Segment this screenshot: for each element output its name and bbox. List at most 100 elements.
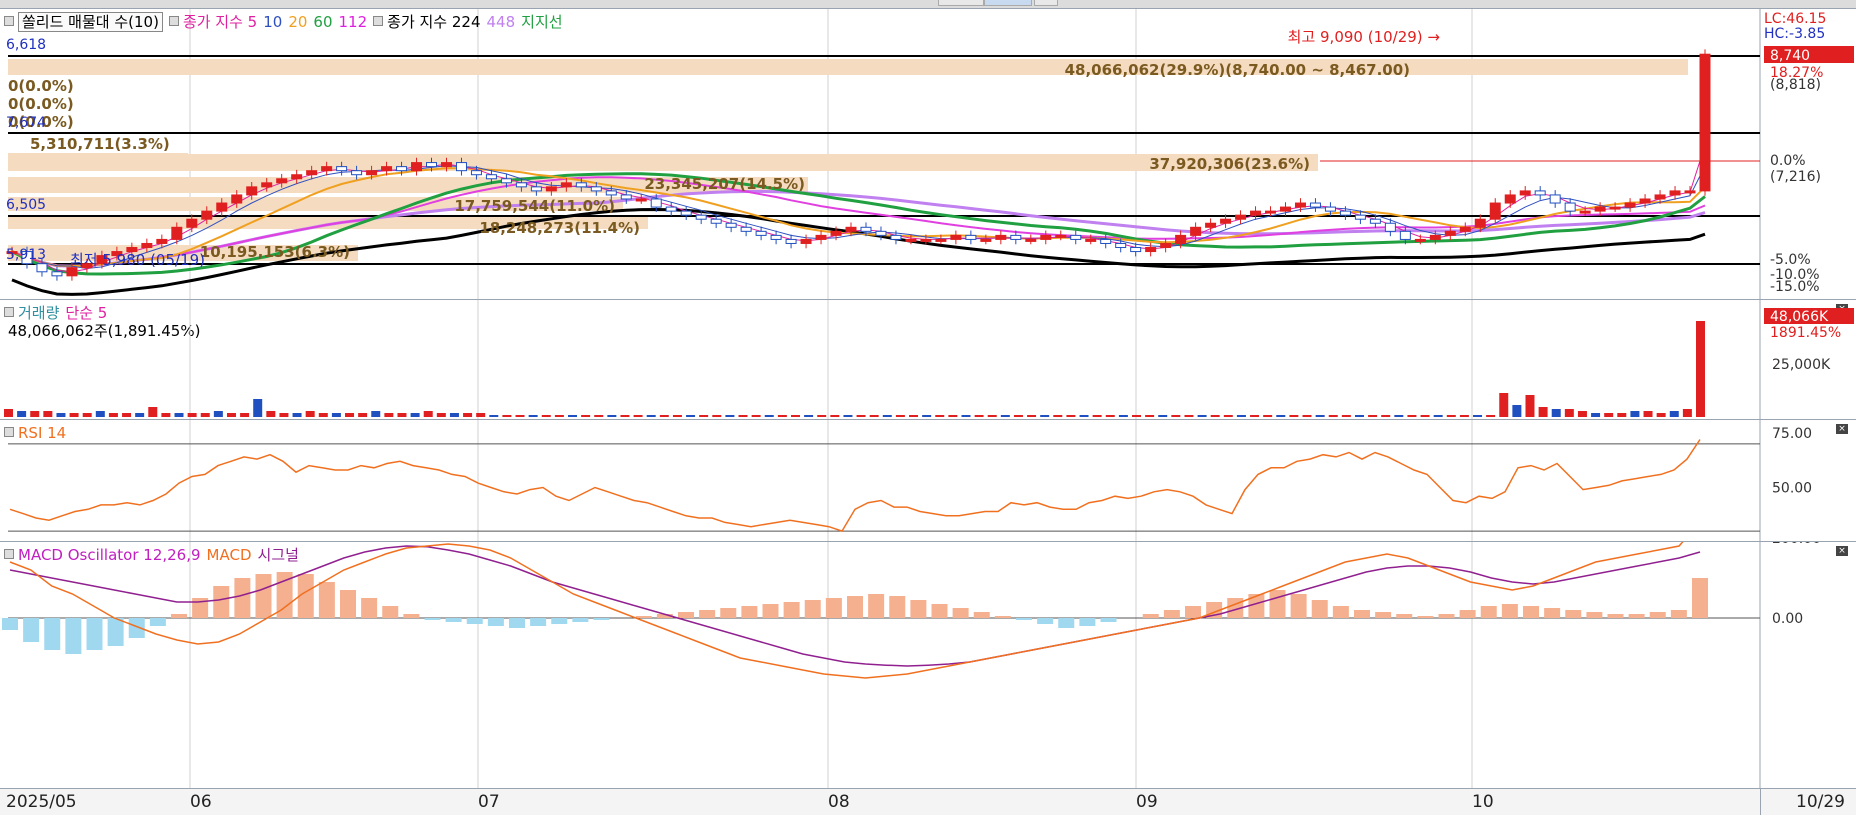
volume-bar [305,411,315,417]
volume-bar [633,415,643,417]
volume-bar [345,413,355,417]
price-chart[interactable]: 48,066,062(29.9%)(8,740.00 ~ 8,467.00) 0(… [0,9,1856,300]
legend-macd-osc[interactable]: MACD Oscillator 12,26,9 [18,546,201,564]
volume-bar [554,415,564,417]
volume-bar [489,415,499,417]
candle-body [935,238,947,242]
candle-body [351,170,363,176]
legend-ma224[interactable]: 종가 지수 224 [387,13,480,31]
candle-body [1549,194,1561,204]
volume-bar [122,413,132,417]
candle-body [156,238,168,244]
price-panel[interactable]: 쏠리드 매물대 수(10) 종가 지수 5 10 20 60 112 종가 지수 224 44… [0,8,1856,300]
volume-bar [686,415,696,417]
volume-bar [607,415,617,417]
volume-bar [371,411,381,417]
volume-bar [187,413,197,417]
oscillator-bar [889,596,906,618]
legend-ma112[interactable]: 112 [339,13,368,31]
candle-body [1010,234,1022,240]
candle-body [1384,222,1396,232]
volume-bar [1105,415,1115,417]
x-label: 06 [190,792,212,812]
toolbar-tab[interactable] [938,0,984,6]
volume-bar [804,415,814,417]
candle-body [1459,226,1471,232]
volume-bar [581,415,591,417]
volume-bar [331,413,341,417]
candle-body [980,238,992,242]
volume-bar [1486,415,1496,417]
rsi-line [9,439,1701,533]
legend-signal[interactable]: 시그널 [258,546,299,564]
oscillator-bar [551,618,568,624]
rsi-chart[interactable]: 75.00 50.00 [0,420,1856,542]
volume-bar [659,415,669,417]
oscillator-bar [466,618,483,624]
legend-support-line[interactable]: 지지선 [521,13,562,31]
volume-bar [1171,415,1181,417]
volume-bar [43,411,53,417]
volume-bar [1381,415,1391,417]
oscillator-bar [804,600,821,618]
legend-volume[interactable]: 거래량 [18,304,59,322]
candle-body [920,238,932,242]
legend-ma60[interactable]: 60 [313,13,332,31]
legend-ma5[interactable]: 종가 지수 5 [183,13,257,31]
volume-bar [1656,413,1666,417]
legend-ma20[interactable]: 20 [288,13,307,31]
macd-panel[interactable]: MACD Oscillator 12,26,9MACD시그널 × 200.000… [0,541,1856,789]
oscillator-bar [1565,610,1582,618]
oscillator-bar [1185,606,1201,618]
volume-bar [423,411,433,417]
volume-bar [738,415,748,417]
oscillator-bar [530,618,547,626]
toolbar-tab-active[interactable] [984,0,1032,6]
volume-panel[interactable]: 거래량단순 5 48,066,062주(1,891.45%) × 48,066K… [0,299,1856,420]
volume-bar [1525,395,1535,417]
oscillator-bar [255,574,272,618]
oscillator-bar [318,582,335,618]
oscillator-bar [1586,612,1603,618]
candle-body [246,186,258,196]
x-axis: 2025/05 06 07 08 09 10 10/29 [0,788,1856,815]
candle-body [905,238,917,242]
oscillator-bar [994,616,1011,618]
volume-bar [1617,413,1627,417]
rsi-panel[interactable]: RSI 14 × 75.00 50.00 [0,419,1856,542]
candle-body [755,230,767,236]
volume-profile-label: 0(0.0%) [8,95,74,113]
volume-bar [856,415,866,417]
legend-volume-ma[interactable]: 단순 5 [65,304,107,322]
volume-bar [148,407,158,417]
volume-chart[interactable]: 48,066K1891.45% 25,000K [0,300,1856,420]
legend-rsi[interactable]: RSI 14 [18,424,66,442]
volume-bar [1250,415,1260,417]
legend-macd[interactable]: MACD [207,546,252,564]
volume-profile-label: 17,759,544(11.0%) [454,197,615,215]
volume-bar [174,413,184,417]
legend-ma10[interactable]: 10 [263,13,282,31]
volume-bar [1027,415,1037,417]
left-price-label: 5,913 [6,247,46,263]
candle-body [950,234,962,240]
oscillator-bar [720,608,737,618]
volume-bar [1564,409,1574,417]
right-axis-label: (8,818) [1770,77,1821,93]
volume-bar [1577,411,1587,417]
macd-chart[interactable]: 200.00 0.00 [0,542,1856,789]
candle-body [860,226,872,232]
volume-bar [974,415,984,417]
candle-body [51,271,63,277]
candle-body [306,170,318,176]
legend-ma448[interactable]: 448 [487,13,516,31]
oscillator-bar [1480,606,1497,618]
lc-label: LC:46.15 [1764,11,1826,27]
volume-bar [1302,415,1312,417]
legend-volume-profile[interactable]: 쏠리드 매물대 수(10) [18,12,163,32]
volume-axis-label: 25,000K [1772,357,1831,373]
x-label: 08 [828,792,850,812]
volume-bar [1696,321,1705,417]
oscillator-bar [487,618,504,626]
toolbar-tab[interactable] [1034,0,1058,6]
